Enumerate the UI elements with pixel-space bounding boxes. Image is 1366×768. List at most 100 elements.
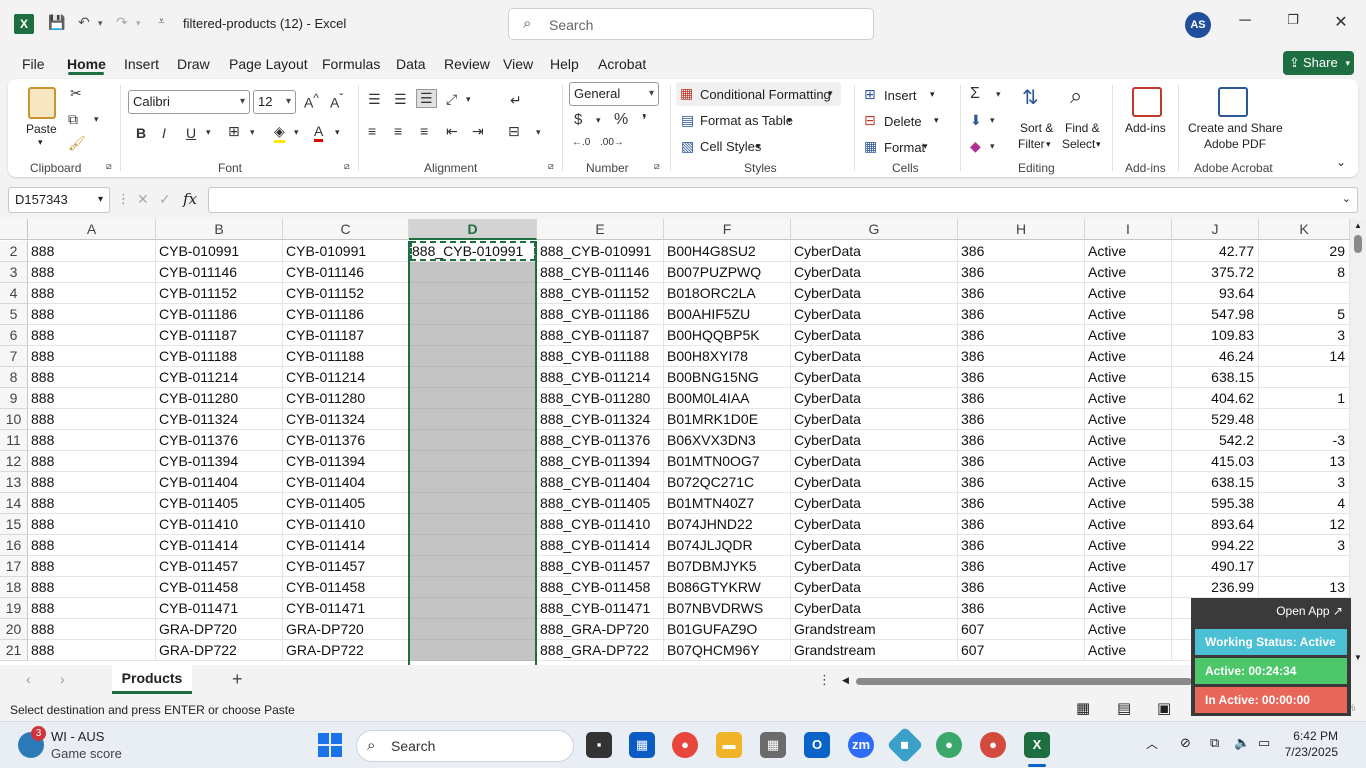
- number-launcher-icon[interactable]: ⧄: [654, 161, 660, 172]
- app-diamond-icon[interactable]: ◆: [886, 726, 924, 764]
- zoom-icon[interactable]: zm: [848, 732, 874, 758]
- cell-d[interactable]: [409, 409, 537, 430]
- minimize-icon[interactable]: ─: [1230, 12, 1260, 30]
- cell-b[interactable]: CYB-011280: [156, 388, 283, 409]
- conditional-formatting-button[interactable]: ▦ Conditional Formatting ▾: [676, 82, 841, 106]
- align-top-icon[interactable]: ☰: [368, 91, 381, 108]
- orientation-icon[interactable]: ⤢: [446, 91, 457, 108]
- cell-k[interactable]: 5: [1259, 304, 1350, 325]
- cell-g[interactable]: CyberData: [791, 451, 958, 472]
- cell-f[interactable]: B01MTN40Z7: [664, 493, 791, 514]
- cell-j[interactable]: 638.15: [1172, 367, 1259, 388]
- store-icon[interactable]: ▦: [629, 732, 655, 758]
- decrease-indent-icon[interactable]: ⇤: [446, 123, 458, 140]
- cell-a[interactable]: 888: [28, 409, 156, 430]
- cell-h[interactable]: 386: [958, 577, 1085, 598]
- tab-data[interactable]: Data: [396, 56, 426, 72]
- cell-b[interactable]: CYB-011187: [156, 325, 283, 346]
- tab-file[interactable]: File: [22, 56, 45, 72]
- increase-indent-icon[interactable]: ⇥: [472, 123, 484, 140]
- scroll-left-icon[interactable]: ◀: [842, 675, 849, 686]
- create-pdf-icon[interactable]: [1218, 87, 1248, 117]
- cell-g[interactable]: CyberData: [791, 535, 958, 556]
- chevron-down-icon[interactable]: ▾: [787, 115, 792, 126]
- clipboard-launcher-icon[interactable]: ⧄: [106, 161, 112, 172]
- row-header[interactable]: 18: [0, 577, 28, 598]
- enter-icon[interactable]: ✓: [159, 191, 171, 208]
- cell-i[interactable]: Active: [1085, 598, 1172, 619]
- cell-j[interactable]: 542.2: [1172, 430, 1259, 451]
- cell-a[interactable]: 888: [28, 493, 156, 514]
- cell-f[interactable]: B07QHCM96Y: [664, 640, 791, 661]
- cell-k[interactable]: 1: [1259, 388, 1350, 409]
- cell-b[interactable]: CYB-011152: [156, 283, 283, 304]
- battery-icon[interactable]: ▭: [1258, 735, 1270, 751]
- cell-c[interactable]: GRA-DP722: [283, 640, 409, 661]
- cell-e[interactable]: 888_CYB-011280: [537, 388, 664, 409]
- merge-dropdown-icon[interactable]: ▾: [536, 127, 541, 138]
- cell-f[interactable]: B06XVX3DN3: [664, 430, 791, 451]
- cell-d[interactable]: 888_CYB-010991: [409, 241, 537, 262]
- merge-center-icon[interactable]: ⊟: [508, 123, 520, 140]
- tab-help[interactable]: Help: [550, 56, 579, 72]
- weather-title[interactable]: WI - AUS: [51, 729, 104, 744]
- vertical-scroll-thumb[interactable]: [1354, 235, 1362, 253]
- cell-k[interactable]: 3: [1259, 325, 1350, 346]
- cell-j[interactable]: 893.64: [1172, 514, 1259, 535]
- cell-a[interactable]: 888: [28, 388, 156, 409]
- cell-i[interactable]: Active: [1085, 535, 1172, 556]
- cell-e[interactable]: 888_CYB-011410: [537, 514, 664, 535]
- cell-g[interactable]: CyberData: [791, 409, 958, 430]
- cell-i[interactable]: Active: [1085, 262, 1172, 283]
- cell-h[interactable]: 386: [958, 388, 1085, 409]
- cell-d[interactable]: [409, 472, 537, 493]
- cell-f[interactable]: B00BNG15NG: [664, 367, 791, 388]
- cell-c[interactable]: CYB-011410: [283, 514, 409, 535]
- save-icon[interactable]: 💾: [48, 14, 65, 31]
- cell-b[interactable]: GRA-DP722: [156, 640, 283, 661]
- display-icon[interactable]: ⧉: [1210, 735, 1219, 751]
- column-header-f[interactable]: F: [664, 219, 791, 240]
- cell-a[interactable]: 888: [28, 367, 156, 388]
- cell-c[interactable]: CYB-011471: [283, 598, 409, 619]
- cell-d[interactable]: [409, 556, 537, 577]
- fill-dropdown-icon[interactable]: ▾: [990, 115, 995, 126]
- cell-b[interactable]: CYB-011394: [156, 451, 283, 472]
- align-left-icon[interactable]: ≡: [368, 123, 376, 139]
- insert-function-icon[interactable]: fx: [183, 190, 197, 208]
- row-header[interactable]: 19: [0, 598, 28, 619]
- paste-icon[interactable]: [28, 87, 56, 119]
- row-header[interactable]: 17: [0, 556, 28, 577]
- cell-i[interactable]: Active: [1085, 556, 1172, 577]
- cell-k[interactable]: [1259, 556, 1350, 577]
- percent-icon[interactable]: %: [614, 111, 628, 129]
- cell-i[interactable]: Active: [1085, 619, 1172, 640]
- row-header[interactable]: 10: [0, 409, 28, 430]
- cell-f[interactable]: B00M0L4IAA: [664, 388, 791, 409]
- align-middle-icon[interactable]: ☰: [394, 91, 407, 108]
- cell-k[interactable]: 13: [1259, 577, 1350, 598]
- cell-a[interactable]: 888: [28, 346, 156, 367]
- cell-h[interactable]: 386: [958, 325, 1085, 346]
- more-icon[interactable]: ⋮: [818, 672, 831, 688]
- row-header[interactable]: 8: [0, 367, 28, 388]
- cell-k[interactable]: -3: [1259, 430, 1350, 451]
- number-format-combo[interactable]: General ▾: [569, 82, 659, 106]
- network-icon[interactable]: ⊘: [1180, 735, 1191, 751]
- cell-j[interactable]: 638.15: [1172, 472, 1259, 493]
- cell-j[interactable]: 490.17: [1172, 556, 1259, 577]
- excel-taskbar-icon[interactable]: X: [1024, 732, 1050, 758]
- tab-formulas[interactable]: Formulas: [322, 56, 380, 72]
- cell-d[interactable]: [409, 262, 537, 283]
- cell-j[interactable]: 595.38: [1172, 493, 1259, 514]
- cell-i[interactable]: Active: [1085, 283, 1172, 304]
- clock[interactable]: 6:42 PM 7/23/2025: [1285, 728, 1338, 760]
- cell-k[interactable]: 8: [1259, 262, 1350, 283]
- row-header[interactable]: 15: [0, 514, 28, 535]
- cell-c[interactable]: CYB-011214: [283, 367, 409, 388]
- cell-f[interactable]: B00H8XYI78: [664, 346, 791, 367]
- cell-k[interactable]: 3: [1259, 472, 1350, 493]
- page-layout-view-icon[interactable]: ▤: [1117, 699, 1131, 717]
- cell-h[interactable]: 607: [958, 640, 1085, 661]
- cell-a[interactable]: 888: [28, 577, 156, 598]
